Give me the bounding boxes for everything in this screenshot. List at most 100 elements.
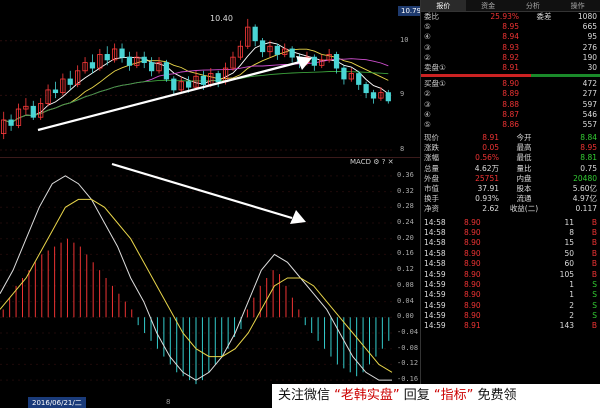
tab-funds[interactable]: 资金 [466, 0, 511, 11]
stat-row: 外盘 25751 内盘 20480 [421, 174, 600, 184]
order-price: 8.93 [502, 42, 519, 52]
stat-label: 现价 [424, 133, 439, 143]
stat-row: 换手 0.93% 流通 4.97亿 [421, 194, 600, 204]
sell-order-row[interactable]: 卖盘① 8.91 30 [421, 63, 600, 73]
sell-order-row[interactable]: ④ 8.94 95 [421, 32, 600, 42]
stat-value-2: 8.81 [580, 153, 597, 163]
tick-row: 14:59 8.90 2 S [421, 301, 600, 311]
banner-account: “老韩实盘” [334, 388, 400, 403]
order-volume: 277 [582, 89, 597, 99]
stat-label: 涨幅 [424, 153, 439, 163]
order-spacer [519, 110, 569, 120]
buy-order-row[interactable]: ④ 8.87 546 [421, 110, 600, 120]
candle-body [30, 105, 36, 118]
macd-y-tick: -0.12 [397, 359, 419, 368]
order-spacer [519, 53, 569, 63]
order-price: 8.88 [502, 99, 519, 109]
order-price: 8.92 [502, 52, 519, 62]
stat-value: 8.91 [482, 133, 499, 143]
buy-order-row[interactable]: ⑤ 8.86 557 [421, 120, 600, 130]
buy-order-row[interactable]: ② 8.89 277 [421, 89, 600, 99]
close-icon[interactable]: ✕ [388, 158, 394, 166]
trend-arrow-down-head [290, 210, 306, 224]
candle-body [104, 54, 110, 61]
buy-order-row[interactable]: ③ 8.88 597 [421, 100, 600, 110]
candle-body [8, 119, 14, 126]
sell-order-row[interactable]: ③ 8.93 276 [421, 43, 600, 53]
tick-volume: 50 [564, 248, 574, 258]
banner-text-1: 关注微信 [278, 388, 335, 403]
tick-time: 14:59 [424, 269, 446, 279]
macd-y-tick: 0.36 [397, 170, 414, 179]
candle-body [126, 56, 133, 66]
tick-time: 14:59 [424, 321, 446, 331]
help-icon[interactable]: ? [382, 158, 386, 166]
candle-body [67, 78, 73, 85]
tick-side: B [591, 269, 597, 279]
order-volume: 665 [582, 22, 597, 32]
order-spacer [519, 89, 569, 99]
promo-banner: 关注微信 “老韩实盘” 回复 “指标” 免费领 [272, 384, 600, 408]
candle-body [171, 78, 177, 91]
stat-value-2: 4.97亿 [572, 194, 597, 204]
macd-y-tick: 0.20 [397, 233, 414, 242]
order-volume: 546 [582, 109, 597, 119]
stat-value: 25751 [475, 173, 499, 183]
tab-analysis[interactable]: 分析 [511, 0, 556, 11]
bid-ask-separator [421, 73, 600, 79]
sell-order-row[interactable]: ⑤ 8.95 665 [421, 22, 600, 32]
buy-order-row[interactable]: 买盘① 8.90 472 [421, 79, 600, 89]
tab-quote[interactable]: 报价 [421, 0, 466, 11]
stat-row: 总量 4.62万 量比 0.75 [421, 164, 600, 174]
trend-arrow-down [111, 162, 293, 220]
tick-volume: 8 [569, 227, 574, 237]
tick-side: B [591, 321, 597, 331]
stat-value-2: 5.60亿 [572, 184, 597, 193]
tick-time: 14:59 [424, 279, 446, 289]
stat-row: 涨跌 0.05 最高 8.95 [421, 143, 600, 153]
quote-tabs: 报价 资金 分析 操作 [421, 0, 600, 12]
stat-value-2: 8.84 [580, 133, 597, 143]
order-level: ④ [424, 32, 431, 42]
tick-row: 14:59 8.90 105 B [421, 270, 600, 280]
macd-chart[interactable] [0, 158, 420, 398]
settings-icon[interactable]: ⚙ [373, 158, 379, 166]
candle-body [356, 73, 362, 85]
candle-body [149, 62, 155, 72]
stat-row: 涨幅 0.56% 最低 8.81 [421, 153, 600, 163]
tick-side: B [591, 238, 597, 248]
tab-operation[interactable]: 操作 [555, 0, 600, 11]
tick-volume: 15 [564, 238, 574, 248]
diff-value: 1080 [577, 12, 597, 21]
tick-volume: 143 [559, 321, 574, 331]
tick-side: S [592, 311, 597, 321]
order-level: 买盘① [424, 79, 446, 89]
kline-chart[interactable] [0, 0, 420, 158]
date-tick: 8 [166, 398, 171, 406]
stat-value-2: 0.75 [580, 163, 597, 173]
candle-body [119, 48, 125, 58]
banner-text-3: 免费领 [473, 388, 517, 403]
order-level: ⑤ [424, 22, 431, 32]
kline-y-tick: 8 [400, 145, 405, 153]
order-level: ③ [424, 99, 431, 109]
chart-area[interactable]: 10.79 10.40 MACD ⚙ ? ✕ 10 9 8 0.36 0.32 0.28… [0, 0, 425, 408]
buy-orders: 买盘① 8.90 472 ② 8.89 277 ③ 8.88 597 ④ 8.87 546 ⑤ 8.86 5… [421, 79, 600, 130]
macd-y-tick: -0.16 [397, 375, 419, 384]
stat-row: 市值 37.91 股本 5.60亿 [421, 184, 600, 194]
sell-order-row[interactable]: ② 8.92 190 [421, 53, 600, 63]
tick-volume: 1 [569, 290, 574, 300]
candle-body [341, 67, 347, 80]
tick-price: 8.90 [464, 259, 481, 269]
order-level: ④ [424, 109, 431, 119]
stat-value: 0.56% [475, 153, 499, 163]
kline-y-tick: 9 [400, 90, 405, 99]
macd-title[interactable]: MACD ⚙ ? ✕ [350, 158, 394, 166]
ratio-label: 委比 [424, 12, 439, 21]
macd-y-tick: 0.32 [397, 186, 414, 195]
tick-volume: 2 [569, 311, 574, 321]
stat-label-2: 收益(二) [509, 204, 539, 214]
stat-value: 4.62万 [474, 163, 499, 173]
tick-side: B [591, 217, 597, 227]
tick-list[interactable]: 14:58 8.90 11 B 14:58 8.90 8 B 14:58 8.90 15 B 14:58… [421, 218, 600, 332]
